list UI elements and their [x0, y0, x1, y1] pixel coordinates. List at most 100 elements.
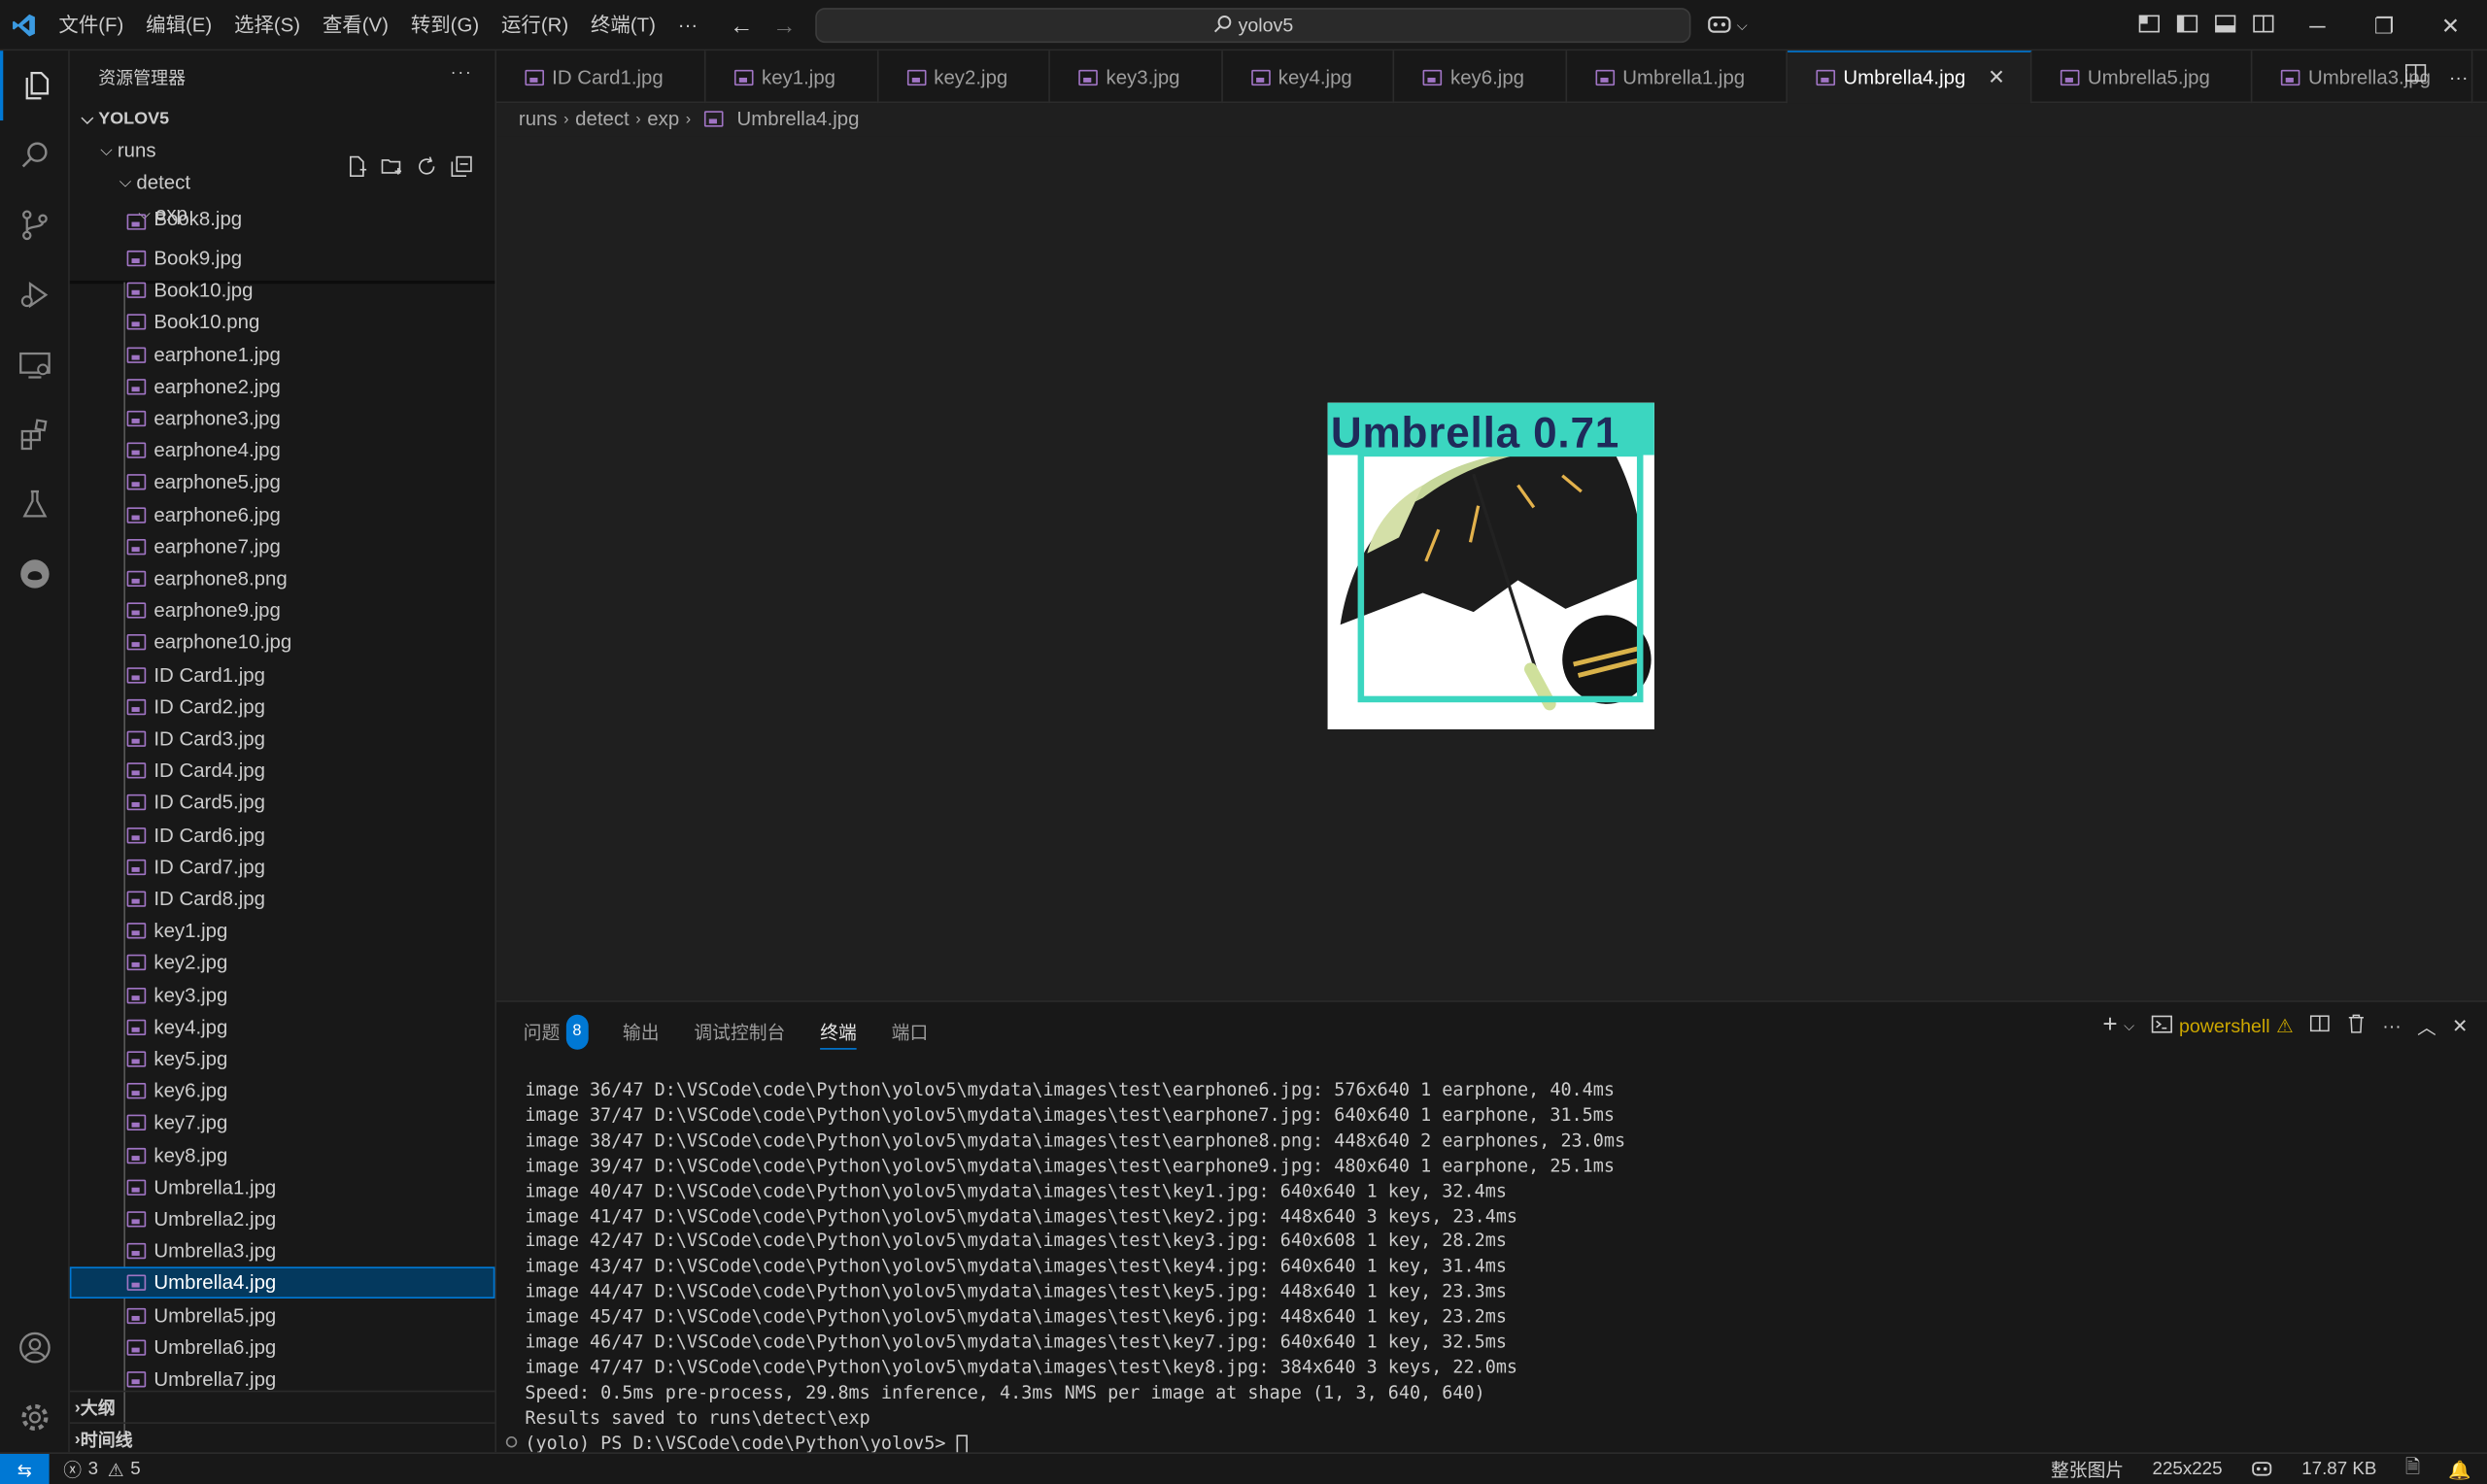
notifications-bell-icon[interactable]: 🔔: [2448, 1459, 2470, 1481]
file-item[interactable]: Book10.png: [70, 307, 495, 339]
more-actions-icon[interactable]: ···: [451, 63, 473, 83]
file-item-partial[interactable]: Book8.jpg: [70, 211, 495, 230]
copilot-menu[interactable]: ⌵: [1707, 0, 1748, 51]
timeline-section[interactable]: › 时间线: [69, 1422, 495, 1454]
file-item[interactable]: key8.jpg: [70, 1139, 495, 1171]
file-item[interactable]: ID Card1.jpg: [70, 658, 495, 691]
folder-detect[interactable]: ⌵ detect: [70, 166, 495, 198]
menu-item[interactable]: 运行(R): [491, 0, 580, 50]
editor-tab[interactable]: key4.jpg: [1223, 51, 1395, 104]
extensions-icon[interactable]: [0, 399, 70, 469]
editor-tab[interactable]: ID Card1.jpg: [496, 51, 706, 104]
file-item[interactable]: key3.jpg: [70, 979, 495, 1011]
file-item[interactable]: earphone1.jpg: [70, 339, 495, 371]
file-item[interactable]: Book9.jpg: [70, 243, 495, 275]
kill-terminal-trash-icon[interactable]: [2346, 1013, 2367, 1038]
minimize-icon[interactable]: ─: [2284, 13, 2351, 38]
file-item[interactable]: earphone4.jpg: [70, 435, 495, 467]
file-item[interactable]: key6.jpg: [70, 1075, 495, 1107]
editor-tab[interactable]: Umbrella5.jpg: [2032, 51, 2253, 104]
file-item[interactable]: ID Card6.jpg: [70, 819, 495, 851]
account-icon[interactable]: [0, 1313, 70, 1383]
file-item[interactable]: key1.jpg: [70, 915, 495, 947]
restore-icon[interactable]: ❐: [2351, 12, 2418, 39]
split-terminal-icon[interactable]: [2309, 1013, 2330, 1038]
panel-tab[interactable]: 调试控制台: [694, 1015, 785, 1050]
close-window-icon[interactable]: ✕: [2417, 12, 2484, 39]
panel-tab[interactable]: 端口: [892, 1015, 929, 1050]
toggle-panel-icon[interactable]: [2214, 12, 2236, 39]
close-panel-icon[interactable]: ✕: [2452, 1015, 2468, 1037]
file-item[interactable]: ID Card2.jpg: [70, 691, 495, 723]
shell-name[interactable]: powershell: [2179, 1015, 2270, 1037]
toggle-primary-sidebar-icon[interactable]: [2176, 12, 2198, 39]
back-arrow-icon[interactable]: ←: [730, 12, 753, 39]
image-zoom-mode[interactable]: 整张图片: [2051, 1457, 2124, 1482]
menu-item[interactable]: 终端(T): [580, 0, 667, 50]
command-center-search[interactable]: yolov5: [815, 8, 1691, 44]
panel-tab[interactable]: 输出: [623, 1015, 660, 1050]
run-and-debug-icon[interactable]: [0, 260, 70, 330]
breadcrumb-item[interactable]: Umbrella4.jpg: [737, 108, 860, 130]
panel-tab[interactable]: 终端: [820, 1015, 857, 1050]
outline-section[interactable]: › 大纲: [69, 1390, 495, 1423]
editor-tab[interactable]: Umbrella1.jpg: [1567, 51, 1789, 104]
forward-arrow-icon[interactable]: →: [772, 12, 796, 39]
file-item[interactable]: Umbrella2.jpg: [70, 1203, 495, 1235]
file-item[interactable]: key4.jpg: [70, 1011, 495, 1043]
editor-tab[interactable]: key1.jpg: [706, 51, 879, 104]
menu-item[interactable]: ···: [666, 0, 708, 50]
remote-explorer-icon[interactable]: [0, 330, 70, 400]
search-view-icon[interactable]: [0, 120, 70, 190]
workspace-folder-yolov5[interactable]: ⌵ YOLOV5: [70, 103, 495, 135]
file-item[interactable]: Book10.jpg: [70, 275, 495, 307]
settings-gear-icon[interactable]: [0, 1383, 70, 1453]
file-item[interactable]: Umbrella1.jpg: [70, 1171, 495, 1203]
file-item[interactable]: earphone5.jpg: [70, 467, 495, 499]
toggle-secondary-sidebar-icon[interactable]: [2252, 12, 2274, 39]
file-item[interactable]: earphone2.jpg: [70, 371, 495, 403]
explorer-icon[interactable]: [0, 51, 70, 121]
menu-item[interactable]: 编辑(E): [135, 0, 223, 50]
panel-tab[interactable]: 问题 8: [524, 1014, 589, 1050]
file-item[interactable]: key5.jpg: [70, 1043, 495, 1075]
file-item[interactable]: earphone8.png: [70, 563, 495, 595]
maximize-panel-chevron-up-icon[interactable]: ︿: [2417, 1012, 2436, 1039]
warning-icon[interactable]: ⚠: [2276, 1015, 2294, 1037]
more-actions-icon[interactable]: ···: [2449, 66, 2469, 88]
file-item[interactable]: ID Card3.jpg: [70, 723, 495, 755]
breadcrumb-item[interactable]: runs: [519, 108, 558, 130]
menu-item[interactable]: 选择(S): [223, 0, 312, 50]
file-item[interactable]: ID Card8.jpg: [70, 883, 495, 915]
breadcrumb-item[interactable]: exp: [647, 108, 679, 130]
file-item[interactable]: earphone10.jpg: [70, 626, 495, 658]
file-item[interactable]: earphone3.jpg: [70, 403, 495, 435]
menu-item[interactable]: 查看(V): [312, 0, 400, 50]
file-item[interactable]: Umbrella4.jpg: [69, 1267, 495, 1299]
menu-item[interactable]: 文件(F): [48, 0, 135, 50]
file-item[interactable]: earphone6.jpg: [70, 499, 495, 531]
editor-tab[interactable]: Umbrella4.jpg ✕: [1788, 51, 2032, 104]
file-item[interactable]: ID Card7.jpg: [70, 851, 495, 883]
editor-tab[interactable]: key2.jpg: [878, 51, 1051, 104]
file-item[interactable]: Umbrella3.jpg: [70, 1235, 495, 1267]
folder-runs[interactable]: ⌵ runs: [70, 135, 495, 167]
problems-status[interactable]: ⓧ 3 ⚠ 5: [63, 1454, 140, 1484]
testing-flask-icon[interactable]: [0, 469, 70, 539]
customize-layout-icon[interactable]: [2138, 12, 2161, 39]
remote-indicator-icon[interactable]: ⇆: [0, 1454, 50, 1484]
copilot-status-icon[interactable]: [2251, 1458, 2273, 1481]
new-terminal-icon[interactable]: +: [2102, 1012, 2117, 1040]
editor-tab[interactable]: key3.jpg: [1050, 51, 1223, 104]
file-item[interactable]: earphone7.jpg: [70, 531, 495, 563]
file-item[interactable]: ID Card5.jpg: [70, 787, 495, 819]
editor-tab[interactable]: key6.jpg: [1395, 51, 1568, 104]
file-item[interactable]: ID Card4.jpg: [70, 755, 495, 787]
file-item[interactable]: Umbrella5.jpg: [70, 1299, 495, 1332]
close-tab-icon[interactable]: ✕: [1988, 65, 2005, 90]
more-actions-icon[interactable]: ···: [2382, 1015, 2402, 1037]
file-item[interactable]: key7.jpg: [70, 1107, 495, 1139]
chevron-down-icon[interactable]: ⌵: [2124, 1017, 2134, 1034]
file-info-icon[interactable]: 🗎: [2405, 1455, 2420, 1484]
menu-item[interactable]: 转到(G): [399, 0, 490, 50]
